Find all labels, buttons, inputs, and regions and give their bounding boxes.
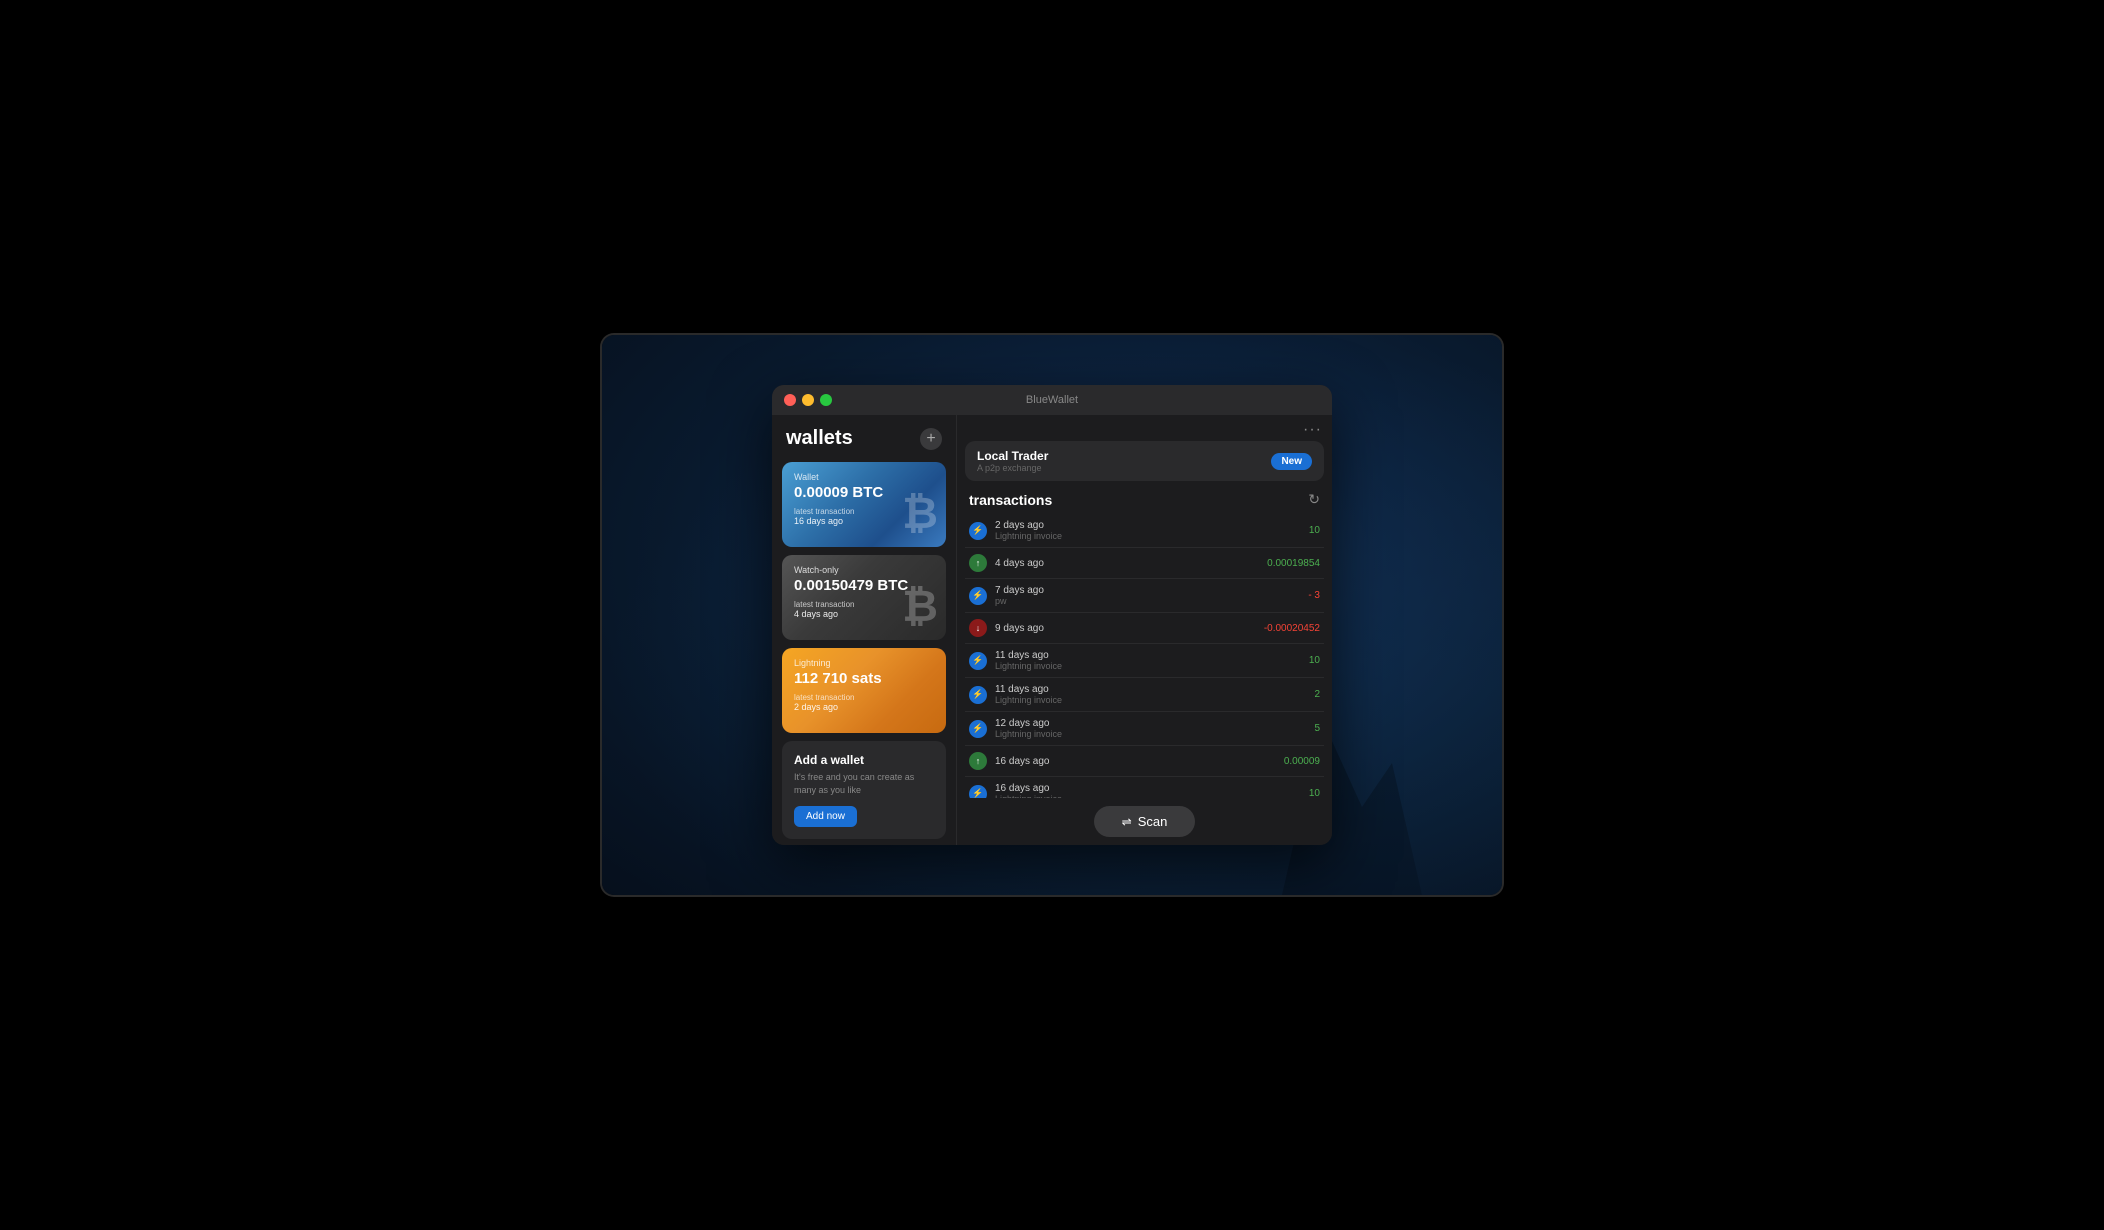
tx-date: 2 days ago [995, 520, 1309, 531]
wallet-btc-type: Wallet [794, 472, 934, 482]
add-wallet-card: Add a wallet It's free and you can creat… [782, 741, 946, 839]
add-wallet-title: Add a wallet [794, 753, 934, 767]
tx-info: 4 days ago [995, 558, 1267, 569]
new-badge[interactable]: New [1271, 453, 1312, 470]
tx-date: 11 days ago [995, 684, 1314, 695]
wallet-lightning-balance: 112 710 sats [794, 670, 934, 687]
tx-date: 16 days ago [995, 783, 1309, 794]
scan-button[interactable]: ⇌ Scan [1094, 806, 1196, 837]
transaction-row[interactable]: ↑ 4 days ago0.00019854 [965, 548, 1324, 579]
tx-info: 7 days agopw [995, 585, 1308, 606]
tx-type-icon: ⚡ [969, 522, 987, 540]
app-window: BlueWallet wallets + Wallet 0.00009 BTC … [772, 385, 1332, 845]
tx-date: 7 days ago [995, 585, 1308, 596]
transaction-row[interactable]: ⚡ 11 days agoLightning invoice10 [965, 644, 1324, 678]
tx-date: 16 days ago [995, 756, 1284, 767]
app-content: wallets + Wallet 0.00009 BTC latest tran… [772, 415, 1332, 845]
tx-description: Lightning invoice [995, 695, 1314, 705]
minimize-button[interactable] [802, 394, 814, 406]
sidebar-header: wallets + [782, 427, 946, 450]
tx-date: 9 days ago [995, 623, 1264, 634]
tx-amount: 0.00009 [1284, 756, 1320, 767]
tx-type-icon: ⚡ [969, 785, 987, 799]
laptop-screen: BlueWallet wallets + Wallet 0.00009 BTC … [602, 335, 1502, 895]
add-now-button[interactable]: Add now [794, 806, 857, 827]
transaction-row[interactable]: ⚡ 16 days agoLightning invoice10 [965, 777, 1324, 798]
wallet-lightning-date: 2 days ago [794, 702, 934, 712]
wallet-card-watchonly[interactable]: Watch-only 0.00150479 BTC latest transac… [782, 555, 946, 640]
add-wallet-icon-button[interactable]: + [920, 428, 942, 450]
sidebar: wallets + Wallet 0.00009 BTC latest tran… [772, 415, 957, 845]
tx-type-icon: ⚡ [969, 720, 987, 738]
tx-type-icon: ↑ [969, 752, 987, 770]
tx-description: Lightning invoice [995, 729, 1314, 739]
transaction-row[interactable]: ↑ 16 days ago0.00009 [965, 746, 1324, 777]
transaction-row[interactable]: ↓ 9 days ago-0.00020452 [965, 613, 1324, 644]
traffic-lights [784, 394, 832, 406]
transaction-list: ⚡2 days agoLightning invoice10↑4 days ag… [965, 514, 1324, 798]
right-panel: ··· Local Trader A p2p exchange New tra [957, 415, 1332, 845]
transaction-row[interactable]: ⚡ 12 days agoLightning invoice5 [965, 712, 1324, 746]
tx-date: 4 days ago [995, 558, 1267, 569]
tx-info: 9 days ago [995, 623, 1264, 634]
local-trader-subtitle: A p2p exchange [977, 463, 1048, 473]
tx-amount: 10 [1309, 655, 1320, 666]
wallet-card-lightning[interactable]: Lightning 112 710 sats latest transactio… [782, 648, 946, 733]
tx-amount: -0.00020452 [1264, 623, 1320, 634]
tx-amount: 2 [1314, 689, 1320, 700]
transactions-header: transactions ↻ [965, 489, 1324, 514]
wallets-title: wallets [786, 427, 853, 450]
wallet-lightning-latest-label: latest transaction [794, 693, 934, 702]
tx-info: 16 days agoLightning invoice [995, 783, 1309, 798]
scan-label: Scan [1138, 814, 1168, 829]
transaction-row[interactable]: ⚡ 7 days agopw- 3 [965, 579, 1324, 613]
btc-logo-1: ₿ [902, 489, 938, 539]
tx-type-icon: ↑ [969, 554, 987, 572]
btc-logo-2: ₿ [902, 582, 938, 632]
transaction-row[interactable]: ⚡ 2 days agoLightning invoice10 [965, 514, 1324, 548]
tx-info: 16 days ago [995, 756, 1284, 767]
refresh-icon[interactable]: ↻ [1308, 491, 1320, 508]
local-trader-bar[interactable]: Local Trader A p2p exchange New [965, 441, 1324, 481]
scan-icon: ⇌ [1122, 815, 1132, 829]
tx-info: 11 days agoLightning invoice [995, 684, 1314, 705]
tx-type-icon: ↓ [969, 619, 987, 637]
tx-amount: 10 [1309, 525, 1320, 536]
title-bar: BlueWallet [772, 385, 1332, 415]
add-wallet-description: It's free and you can create as many as … [794, 771, 934, 796]
tx-description: Lightning invoice [995, 531, 1309, 541]
window-title: BlueWallet [1026, 394, 1078, 406]
tx-amount: 0.00019854 [1267, 558, 1320, 569]
local-trader-info: Local Trader A p2p exchange [977, 449, 1048, 473]
tx-type-icon: ⚡ [969, 587, 987, 605]
tx-description: Lightning invoice [995, 661, 1309, 671]
wallet-card-btc[interactable]: Wallet 0.00009 BTC latest transaction 16… [782, 462, 946, 547]
tx-info: 12 days agoLightning invoice [995, 718, 1314, 739]
tx-type-icon: ⚡ [969, 686, 987, 704]
tx-date: 11 days ago [995, 650, 1309, 661]
tx-info: 11 days agoLightning invoice [995, 650, 1309, 671]
close-button[interactable] [784, 394, 796, 406]
panel-header: ··· [957, 415, 1332, 441]
more-options-button[interactable]: ··· [1303, 421, 1322, 439]
local-trader-title: Local Trader [977, 449, 1048, 463]
maximize-button[interactable] [820, 394, 832, 406]
transactions-title: transactions [969, 492, 1052, 508]
tx-info: 2 days agoLightning invoice [995, 520, 1309, 541]
tx-description: pw [995, 596, 1308, 606]
tx-type-icon: ⚡ [969, 652, 987, 670]
tx-amount: 10 [1309, 788, 1320, 798]
wallet-watchonly-type: Watch-only [794, 565, 934, 575]
tx-amount: - 3 [1308, 590, 1320, 601]
transactions-section: transactions ↻ ⚡2 days agoLightning invo… [957, 489, 1332, 798]
scan-bar: ⇌ Scan [957, 798, 1332, 845]
tx-amount: 5 [1314, 723, 1320, 734]
transaction-row[interactable]: ⚡ 11 days agoLightning invoice2 [965, 678, 1324, 712]
laptop-wrapper: BlueWallet wallets + Wallet 0.00009 BTC … [527, 275, 1577, 955]
tx-date: 12 days ago [995, 718, 1314, 729]
wallet-lightning-type: Lightning [794, 658, 934, 668]
